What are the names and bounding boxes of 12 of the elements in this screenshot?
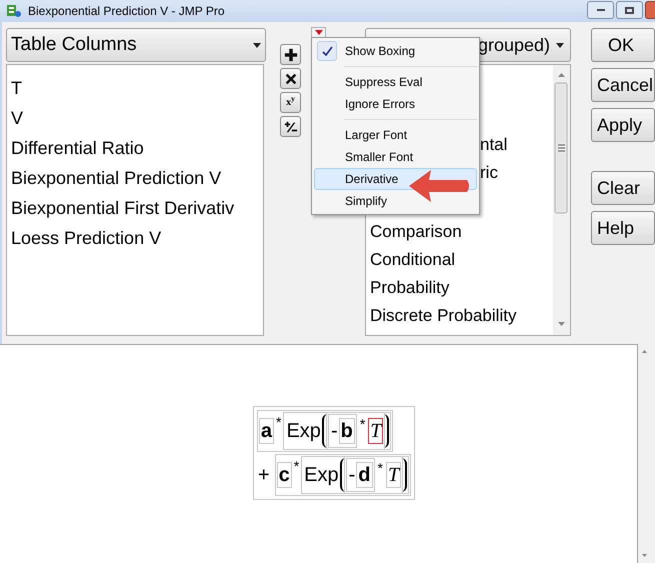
operator-symbol: *	[358, 415, 366, 434]
function-name: Exp	[303, 463, 340, 488]
operator-symbol: -	[330, 419, 339, 444]
dropdown-value: Table Columns	[11, 32, 137, 57]
operator-symbol: *	[292, 457, 300, 476]
operator-symbol: *	[275, 413, 282, 432]
operator-symbol: +	[256, 463, 271, 488]
operator-symbol: -	[348, 463, 356, 488]
window-title: Biexponential Prediction V - JMP Pro	[28, 3, 225, 20]
operator-symbol: *	[376, 459, 384, 478]
dropdown-value: grouped)	[478, 34, 550, 57]
function-name: Exp	[285, 419, 322, 444]
